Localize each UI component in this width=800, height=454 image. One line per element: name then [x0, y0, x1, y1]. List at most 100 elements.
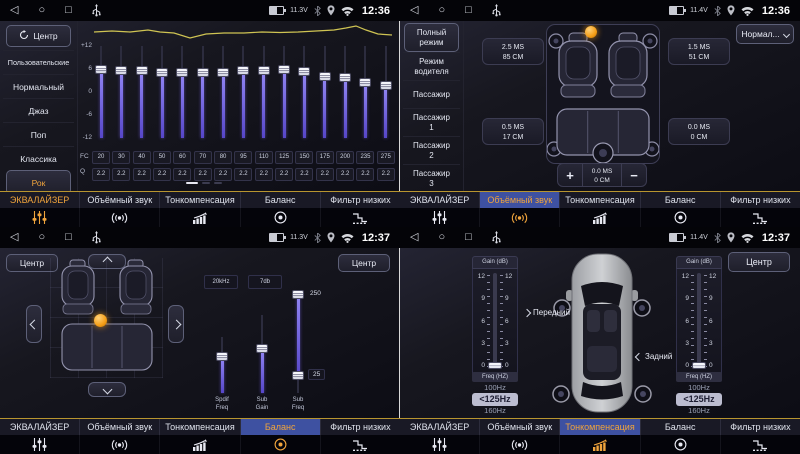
- sub-slider[interactable]: [289, 293, 307, 393]
- gain-slider[interactable]: [493, 273, 497, 369]
- preset-item[interactable]: Джаз: [3, 98, 74, 122]
- band-frequency-value[interactable]: 110: [255, 151, 273, 164]
- gain-slider[interactable]: [697, 273, 701, 369]
- balance-left-button[interactable]: [26, 305, 42, 343]
- eq-slider-handle[interactable]: [339, 73, 351, 82]
- tab-lpf[interactable]: Фильтр низких: [721, 192, 800, 208]
- tab-surround[interactable]: Объёмный звук: [480, 192, 560, 208]
- tab-eq[interactable]: ЭКВАЛАЙЗЕР: [0, 192, 80, 208]
- center-reset-button[interactable]: Центр: [6, 25, 71, 47]
- loudness-icon[interactable]: [160, 435, 240, 454]
- preset-item[interactable]: Нормальный: [3, 74, 74, 98]
- tab-surround[interactable]: Объёмный звук: [480, 419, 560, 435]
- tab-balance[interactable]: Баланс: [241, 419, 321, 435]
- gain-slider-handle[interactable]: [692, 362, 706, 369]
- loudness-icon[interactable]: [560, 435, 640, 454]
- band-q-value[interactable]: 2.2: [173, 168, 191, 181]
- tab-eq[interactable]: ЭКВАЛАЙЗЕР: [0, 419, 80, 435]
- eq-band-slider[interactable]: [234, 46, 252, 138]
- lpf-icon[interactable]: [721, 435, 800, 454]
- tab-lpf[interactable]: Фильтр низких: [721, 419, 800, 435]
- band-q-value[interactable]: 2.2: [316, 168, 334, 181]
- band-frequency-value[interactable]: 70: [194, 151, 212, 164]
- mode-item[interactable]: Полный режим: [404, 23, 459, 52]
- tab-balance[interactable]: Баланс: [641, 192, 721, 208]
- fader-down-button[interactable]: [88, 382, 126, 397]
- balance-icon[interactable]: [641, 435, 721, 454]
- band-q-value[interactable]: 2.2: [153, 168, 171, 181]
- freq-option[interactable]: <125Hz: [472, 393, 518, 406]
- band-q-value[interactable]: 2.2: [275, 168, 293, 181]
- back-icon[interactable]: ◁: [410, 0, 418, 21]
- recents-icon[interactable]: □: [65, 227, 72, 248]
- band-frequency-value[interactable]: 50: [153, 151, 171, 164]
- loudness-icon[interactable]: [560, 208, 640, 227]
- balance-icon[interactable]: [641, 208, 721, 227]
- balance-icon[interactable]: [241, 208, 321, 227]
- band-frequency-value[interactable]: 150: [295, 151, 313, 164]
- band-frequency-value[interactable]: 200: [336, 151, 354, 164]
- sub-slider-handle[interactable]: [292, 290, 304, 299]
- sub-slider-handle[interactable]: [292, 371, 304, 380]
- delay-minus-button[interactable]: −: [622, 164, 646, 186]
- eq-band-slider[interactable]: [92, 46, 110, 138]
- freq-option[interactable]: 160Hz: [676, 406, 722, 416]
- balance-icon[interactable]: [241, 435, 321, 454]
- band-q-value[interactable]: 2.2: [112, 168, 130, 181]
- surround-icon[interactable]: [480, 435, 560, 454]
- eq-slider-handle[interactable]: [176, 68, 188, 77]
- tab-eq[interactable]: ЭКВАЛАЙЗЕР: [400, 192, 480, 208]
- sub-slider-handle[interactable]: [216, 352, 228, 361]
- loudness-icon[interactable]: [160, 208, 240, 227]
- band-q-value[interactable]: 2.2: [194, 168, 212, 181]
- eq-icon[interactable]: [400, 435, 480, 454]
- tab-lpf[interactable]: Фильтр низких: [321, 419, 400, 435]
- page-indicator[interactable]: [186, 182, 222, 184]
- delay-front-left[interactable]: 2.5 MS 85 CM: [482, 38, 544, 65]
- band-frequency-value[interactable]: 95: [234, 151, 252, 164]
- home-icon[interactable]: ○: [438, 227, 445, 248]
- gain-slider-handle[interactable]: [488, 362, 502, 369]
- sub-slider[interactable]: [213, 337, 231, 393]
- eq-band-slider[interactable]: [173, 46, 191, 138]
- band-q-value[interactable]: 2.2: [295, 168, 313, 181]
- balance-position-ball[interactable]: [94, 314, 107, 327]
- mode-item[interactable]: Режим водителя: [403, 52, 460, 80]
- listening-position-ball[interactable]: [585, 26, 597, 38]
- back-icon[interactable]: ◁: [10, 0, 18, 21]
- band-frequency-value[interactable]: 125: [275, 151, 293, 164]
- tab-loudness[interactable]: Тонкомпенсация: [160, 192, 240, 208]
- tab-balance[interactable]: Баланс: [241, 192, 321, 208]
- band-frequency-value[interactable]: 60: [173, 151, 191, 164]
- eq-slider-handle[interactable]: [380, 81, 392, 90]
- lpf-icon[interactable]: [721, 208, 800, 227]
- preset-dropdown[interactable]: Нормал...: [736, 24, 794, 44]
- eq-slider-handle[interactable]: [237, 66, 249, 75]
- eq-slider-handle[interactable]: [115, 66, 127, 75]
- band-frequency-value[interactable]: 20: [92, 151, 110, 164]
- eq-slider-handle[interactable]: [258, 66, 270, 75]
- loudness-center-button[interactable]: Центр: [728, 252, 790, 272]
- sub-slider[interactable]: [253, 315, 271, 393]
- eq-band-slider[interactable]: [336, 46, 354, 138]
- eq-band-slider[interactable]: [356, 46, 374, 138]
- tab-loudness[interactable]: Тонкомпенсация: [560, 419, 640, 435]
- home-icon[interactable]: ○: [38, 227, 45, 248]
- tab-eq[interactable]: ЭКВАЛАЙЗЕР: [400, 419, 480, 435]
- band-frequency-value[interactable]: 235: [356, 151, 374, 164]
- tab-loudness[interactable]: Тонкомпенсация: [160, 419, 240, 435]
- band-q-value[interactable]: 2.2: [255, 168, 273, 181]
- sub-slider-handle[interactable]: [256, 344, 268, 353]
- eq-band-slider[interactable]: [255, 46, 273, 138]
- preset-item[interactable]: Классика: [3, 146, 74, 170]
- tab-lpf[interactable]: Фильтр низких: [321, 192, 400, 208]
- band-q-value[interactable]: 2.2: [377, 168, 395, 181]
- preset-item[interactable]: Поп: [3, 122, 74, 146]
- eq-slider-handle[interactable]: [298, 67, 310, 76]
- eq-slider-handle[interactable]: [95, 65, 107, 74]
- mode-item[interactable]: Пассажир 2: [403, 136, 460, 164]
- band-q-value[interactable]: 2.2: [92, 168, 110, 181]
- delay-plus-button[interactable]: +: [558, 164, 582, 186]
- eq-slider-handle[interactable]: [136, 66, 148, 75]
- band-frequency-value[interactable]: 175: [316, 151, 334, 164]
